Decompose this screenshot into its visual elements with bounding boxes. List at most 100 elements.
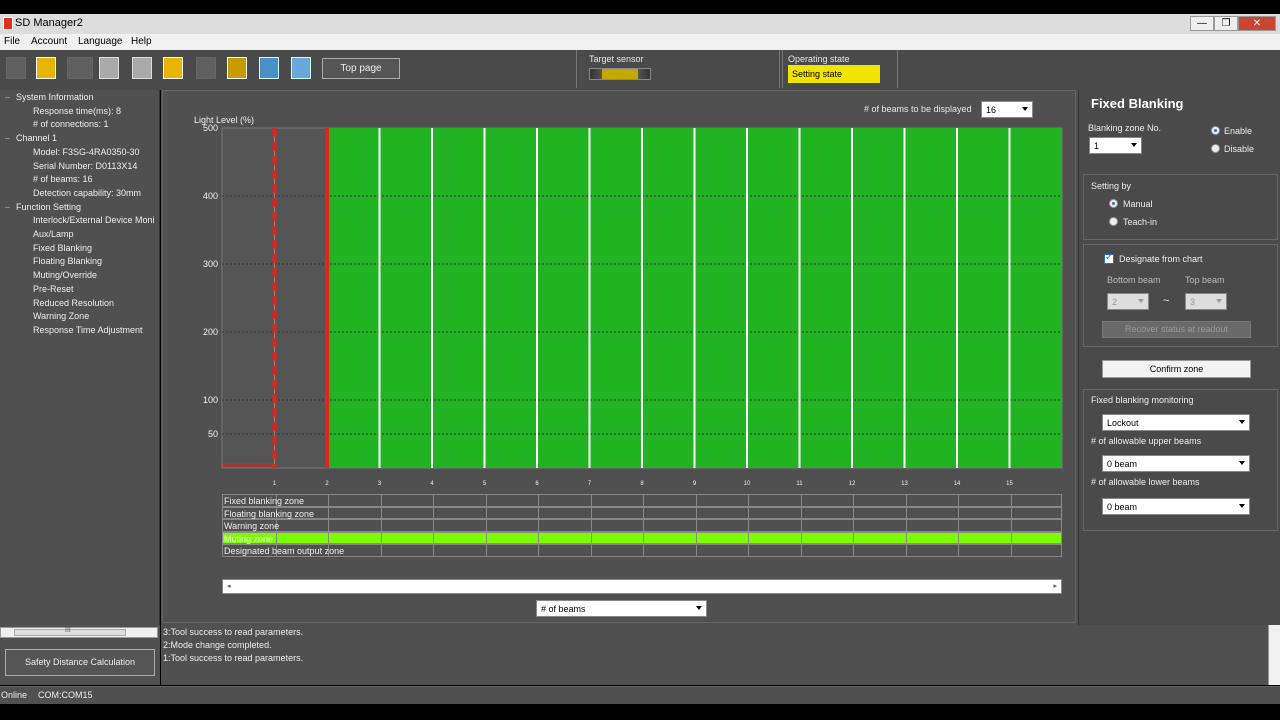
tool-icon[interactable] (196, 57, 216, 79)
upper-beams-value: 0 beam (1107, 459, 1138, 469)
lower-beams-select[interactable]: 0 beam (1102, 498, 1250, 515)
zone-cell-divider (380, 495, 382, 506)
safety-distance-button[interactable]: Safety Distance Calculation (5, 649, 155, 676)
blanking-zone-no-label: Blanking zone No. (1088, 123, 1162, 133)
zone-cell-divider (538, 495, 539, 506)
tree-item[interactable]: # of connections: 1 (33, 119, 109, 129)
minimize-button[interactable]: — (1190, 16, 1214, 31)
zone-cell-divider (485, 495, 487, 506)
zone-cell-divider (748, 495, 749, 506)
tree-item[interactable]: Reduced Resolution (33, 298, 114, 308)
zone-cell-divider (905, 495, 907, 506)
operating-state-label: Operating state (788, 54, 850, 64)
scrollbar-thumb[interactable]: III (14, 627, 126, 636)
x-axis-select[interactable]: # of beams (536, 600, 707, 617)
tree-item[interactable]: Response Time Adjustment (33, 325, 143, 335)
book-icon[interactable] (259, 57, 279, 79)
enable-radio[interactable] (1211, 126, 1220, 135)
blanking-zone-select[interactable]: 1 (1089, 137, 1142, 154)
tree-item[interactable]: Pre-Reset (33, 284, 74, 294)
designate-checkbox[interactable] (1104, 252, 1114, 264)
zone-cell-divider (853, 532, 854, 544)
tree-item[interactable]: Model: F3SG-4RA0350-30 (33, 147, 140, 157)
zone-label: Fixed blanking zone (224, 496, 305, 506)
tree-group[interactable]: Channel 1 (16, 133, 57, 143)
scroll-right-icon[interactable]: ▸ (1053, 582, 1057, 590)
zone-cell-divider (695, 520, 697, 531)
zone-cell-divider (853, 495, 854, 506)
zone-cell-divider (328, 532, 329, 544)
warning-icon[interactable] (163, 57, 183, 79)
sensor-write-icon[interactable] (132, 57, 152, 79)
tree-expander-icon[interactable] (5, 206, 10, 208)
menu-file[interactable]: File (4, 36, 20, 47)
lock-icon[interactable] (227, 57, 247, 79)
help-book-icon[interactable] (291, 57, 311, 79)
target-sensor-label: Target sensor (589, 54, 644, 64)
tree-horizontal-scrollbar[interactable]: III (0, 627, 158, 638)
zone-cell-divider (695, 507, 697, 519)
zone-cell-divider (485, 532, 487, 544)
menu-account[interactable]: Account (31, 36, 67, 47)
tree-item[interactable]: Fixed Blanking (33, 243, 92, 253)
tree-item[interactable]: Interlock/External Device Moni (33, 215, 155, 225)
zone-cell-divider (380, 545, 382, 556)
upper-beams-select[interactable]: 0 beam (1102, 455, 1250, 472)
sensor-read-icon[interactable] (99, 57, 119, 79)
zone-cell-divider (958, 495, 959, 506)
tree-item[interactable]: Aux/Lamp (33, 229, 74, 239)
disable-radio[interactable] (1211, 144, 1220, 153)
tree-item[interactable]: Floating Blanking (33, 256, 102, 266)
zone-cell-divider (643, 532, 644, 544)
scroll-left-icon[interactable]: ◂ (227, 582, 231, 590)
zone-cell-divider (538, 532, 539, 544)
manual-radio[interactable] (1109, 199, 1118, 208)
zone-cell-divider (433, 495, 434, 506)
top-beam-select[interactable]: 3 (1185, 293, 1227, 310)
tree-expander-icon[interactable] (5, 138, 10, 140)
connection-status: Online (1, 690, 28, 700)
tree-item[interactable]: Detection capability: 30mm (33, 188, 141, 198)
tree-item[interactable]: # of beams: 16 (33, 174, 93, 184)
monitoring-value: Lockout (1107, 418, 1139, 428)
zone-cell-divider (590, 545, 592, 556)
teach-in-radio[interactable] (1109, 217, 1118, 226)
zone-cell-divider (643, 520, 644, 531)
zone-row[interactable]: Fixed blanking zone (222, 494, 1062, 507)
bottom-beam-select[interactable]: 2 (1107, 293, 1149, 310)
log-vertical-scrollbar[interactable] (1268, 625, 1280, 685)
open-file-icon[interactable] (36, 57, 56, 79)
beams-displayed-select[interactable]: 16 (981, 101, 1033, 118)
maximize-button[interactable]: ❐ (1214, 16, 1238, 31)
zone-cell-divider (800, 532, 802, 544)
zone-cell-divider (1010, 545, 1012, 556)
close-button[interactable]: ✕ (1238, 16, 1276, 31)
tree-expander-icon[interactable] (5, 97, 10, 98)
menu-language[interactable]: Language (78, 36, 123, 47)
bottom-beam-label: Bottom beam (1107, 275, 1161, 285)
top-page-button[interactable]: Top page (322, 58, 400, 79)
menu-help[interactable]: Help (131, 36, 152, 47)
zone-row[interactable]: Muting zone (222, 531, 1062, 545)
tree-group[interactable]: System Information (16, 92, 94, 102)
tree-item[interactable]: Muting/Override (33, 270, 97, 280)
recover-status-button[interactable]: Recover status at readout (1102, 321, 1251, 338)
tree-group[interactable]: Function Setting (16, 202, 81, 212)
zone-cell-divider (380, 520, 382, 531)
zone-row[interactable]: Floating blanking zone (222, 506, 1062, 520)
save-icon[interactable] (67, 57, 93, 79)
tree-item[interactable]: Response time(ms): 8 (33, 106, 121, 116)
monitoring-select[interactable]: Lockout (1102, 414, 1250, 431)
range-tilde: ~ (1163, 295, 1170, 307)
confirm-zone-button[interactable]: Confirm zone (1102, 360, 1251, 378)
zone-row[interactable]: Designated beam output zone (222, 544, 1062, 557)
chart-horizontal-scrollbar[interactable]: ◂ ▸ (222, 579, 1062, 594)
new-file-icon[interactable] (6, 57, 26, 79)
chevron-down-icon (1239, 504, 1245, 508)
zone-cell-divider (800, 520, 802, 531)
zone-cell-divider (748, 520, 749, 531)
tree-item[interactable]: Serial Number: D0113X14 (33, 161, 137, 171)
zone-row[interactable]: Warning zone (222, 519, 1062, 532)
tree-item[interactable]: Warning Zone (33, 311, 89, 321)
zone-cell-divider (695, 545, 697, 556)
